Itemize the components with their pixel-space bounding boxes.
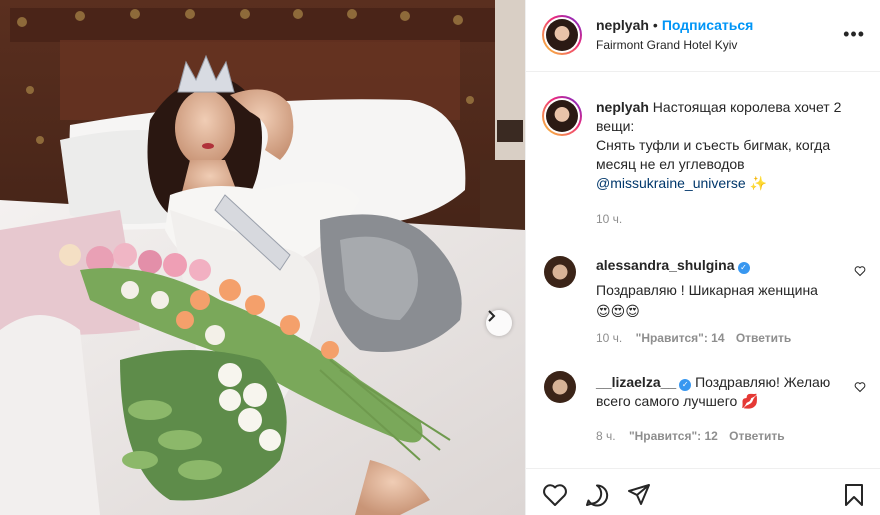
post-photo[interactable] — [0, 0, 525, 515]
verified-badge-icon: ✓ — [679, 379, 692, 391]
comment-username[interactable]: alessandra_shulgina — [596, 257, 735, 273]
caption-avatar[interactable] — [542, 96, 582, 136]
comment-emoji: 😍😍😍 — [596, 303, 640, 319]
comment-icon[interactable] — [584, 483, 610, 507]
comment-username[interactable]: __lizaelza__ — [596, 374, 676, 390]
caption-line-4: месяц не ел углеводов — [596, 156, 745, 172]
comment-reply-button[interactable]: Ответить — [736, 331, 791, 345]
comment-text: Поздравляю ! Шикарная женщина — [596, 282, 818, 298]
comment-text-line-1: Поздравляю! Желаю — [695, 374, 831, 390]
sparkles-emoji: ✨ — [749, 175, 767, 191]
comment-time: 8 ч. — [596, 429, 616, 443]
next-photo-button[interactable] — [486, 310, 512, 336]
comment-like-heart-icon[interactable] — [854, 265, 866, 277]
post-username[interactable]: neplyah — [596, 17, 649, 33]
post-header: neplyah • Подписаться Fairmont Grand Hotel… — [526, 0, 880, 72]
caption-time: 10 ч. — [596, 212, 623, 226]
caption-username[interactable]: neplyah — [596, 99, 649, 115]
comment-text-line-2: всего самого лучшего — [596, 393, 738, 409]
avatar[interactable] — [542, 15, 582, 55]
comment-like-heart-icon[interactable] — [854, 381, 866, 393]
share-icon[interactable] — [626, 483, 652, 507]
comment-reply-button[interactable]: Ответить — [729, 429, 784, 443]
heart-icon[interactable] — [542, 483, 568, 507]
post-side-panel: neplyah • Подписаться Fairmont Grand Hotel… — [525, 0, 880, 515]
kiss-emoji: 💋 — [741, 393, 759, 409]
comment-likes-count[interactable]: "Нравится": 14 — [636, 331, 725, 345]
bookmark-icon[interactable] — [843, 483, 865, 507]
more-options-icon[interactable]: ••• — [843, 24, 865, 45]
chevron-right-icon — [488, 310, 496, 322]
comment-likes-count[interactable]: "Нравится": 12 — [629, 429, 718, 443]
caption-line-1: Настоящая королева хочет 2 — [652, 99, 842, 115]
post-location[interactable]: Fairmont Grand Hotel Kyiv — [596, 38, 737, 52]
comment-time: 10 ч. — [596, 331, 623, 345]
follow-button[interactable]: Подписаться — [662, 17, 754, 33]
post-actions-bar — [526, 468, 880, 515]
separator-dot: • — [652, 17, 658, 33]
caption-line-3: Снять туфли и съесть бигмак, когда — [596, 137, 831, 153]
caption-line-2: вещи: — [596, 118, 635, 134]
caption-mention[interactable]: @missukraine_universe — [596, 175, 746, 191]
post-image — [0, 0, 525, 515]
comment-avatar[interactable] — [544, 256, 576, 288]
verified-badge-icon: ✓ — [737, 262, 750, 274]
comment-avatar[interactable] — [544, 371, 576, 403]
